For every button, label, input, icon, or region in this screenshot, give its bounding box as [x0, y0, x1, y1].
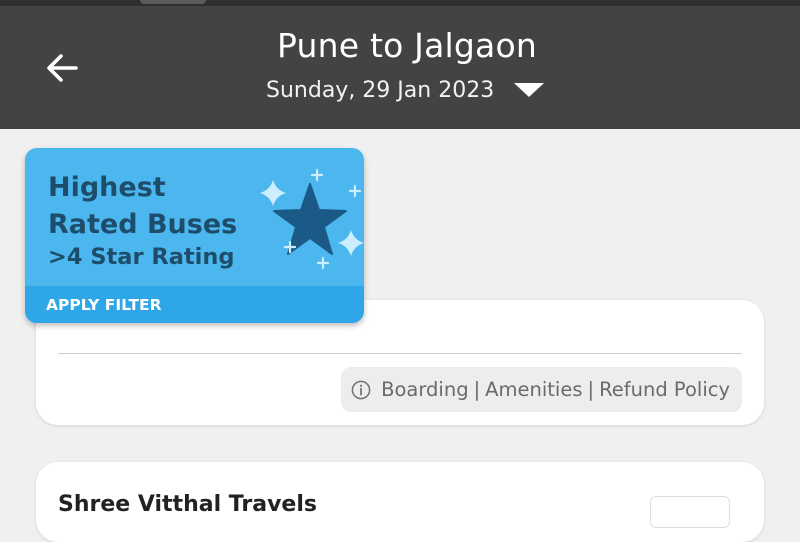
separator: |: [473, 378, 481, 401]
date-selector[interactable]: Sunday, 29 Jan 2023: [266, 74, 545, 106]
bus-result-card[interactable]: Shree Vitthal Travels: [36, 462, 764, 542]
route-title: Pune to Jalgaon: [277, 26, 537, 65]
apply-filter-button[interactable]: APPLY FILTER: [25, 286, 364, 323]
info-circle-icon: [351, 380, 371, 399]
caret-down-icon: [514, 83, 545, 97]
boarding-link[interactable]: Boarding: [381, 378, 468, 401]
top-app-bar: Pune to Jalgaon Sunday, 29 Jan 2023: [0, 0, 800, 129]
highest-rated-filter-banner[interactable]: Highest Rated Buses >4 Star Rating APPLY…: [25, 148, 364, 323]
refund-policy-link[interactable]: Refund Policy: [599, 378, 730, 401]
status-strip: [0, 0, 800, 6]
card-divider: [58, 353, 742, 354]
banner-heading-line2: Rated Buses: [48, 209, 238, 240]
apply-filter-label: APPLY FILTER: [46, 295, 162, 314]
camera-notch: [140, 0, 206, 4]
travel-date: Sunday, 29 Jan 2023: [266, 77, 495, 103]
amenities-link[interactable]: Amenities: [485, 378, 582, 401]
operator-name: Shree Vitthal Travels: [58, 492, 317, 517]
banner-heading-line1: Highest: [48, 172, 166, 203]
banner-subheading: >4 Star Rating: [48, 244, 235, 270]
bus-info-links[interactable]: Boarding | Amenities | Refund Policy: [341, 367, 742, 412]
rating-badge: [650, 496, 730, 528]
separator: |: [587, 378, 595, 401]
star-icon: [260, 168, 364, 270]
